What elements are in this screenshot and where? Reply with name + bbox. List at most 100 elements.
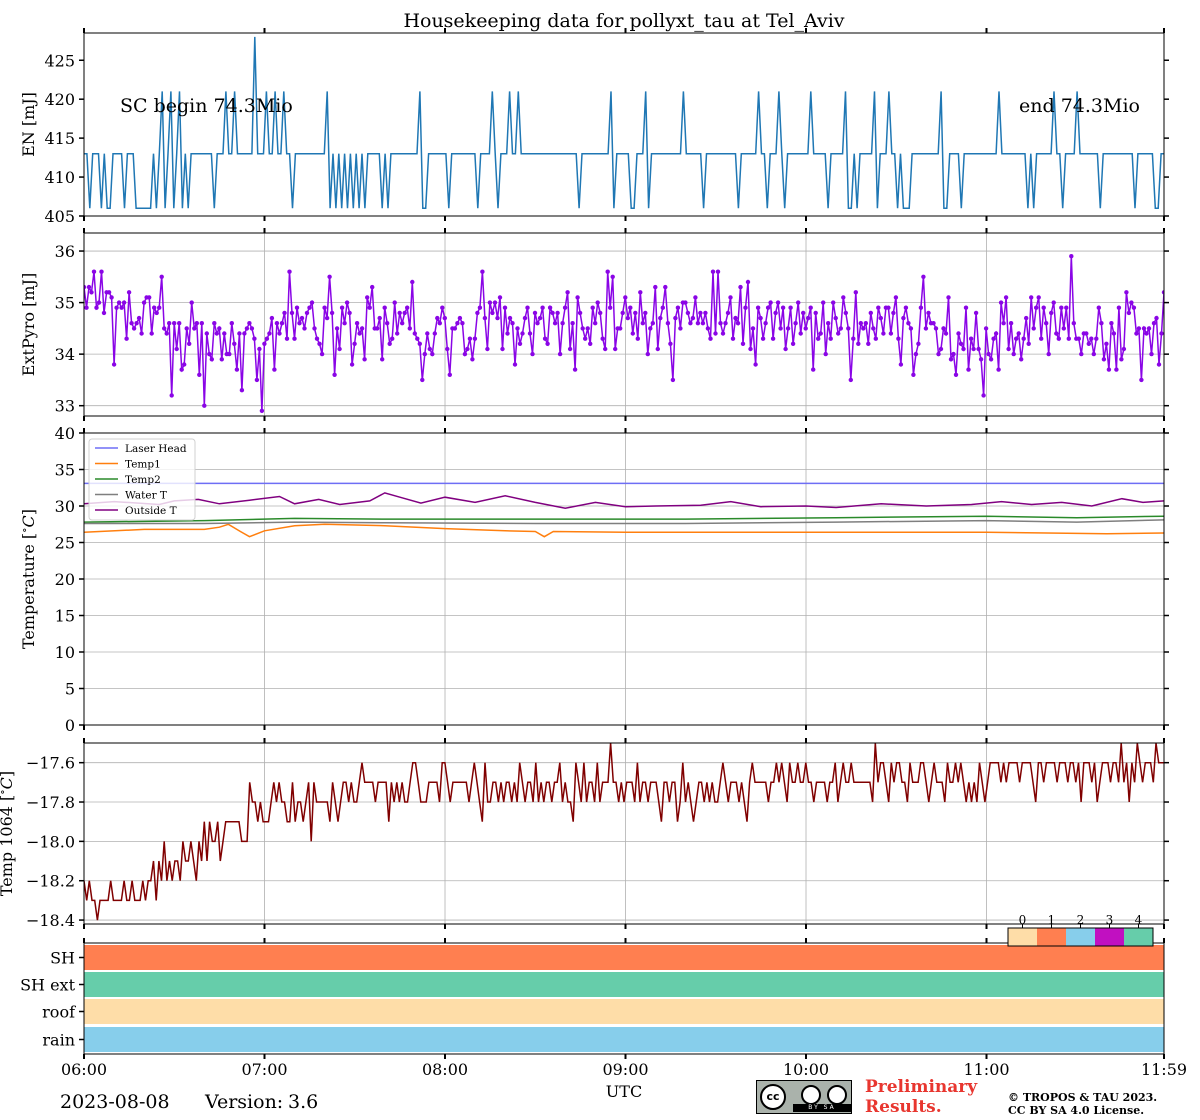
data-point — [487, 300, 493, 305]
data-point — [698, 310, 703, 316]
data-point — [593, 321, 598, 326]
data-point — [1031, 326, 1036, 331]
data-point — [803, 326, 808, 331]
y-tick-label: 425 — [44, 51, 75, 70]
cc-license-badge: cc BY SA — [756, 1080, 852, 1114]
data-point — [507, 315, 513, 321]
data-point — [197, 372, 202, 377]
data-point — [470, 357, 475, 362]
data-point — [941, 326, 946, 331]
data-point — [1029, 295, 1034, 300]
data-point — [417, 341, 422, 346]
data-point — [262, 341, 267, 346]
data-point — [828, 336, 833, 341]
data-point — [342, 321, 347, 326]
data-point — [400, 321, 405, 326]
data-point — [1069, 254, 1074, 259]
data-point — [843, 310, 848, 316]
data-point — [217, 326, 222, 331]
data-point — [189, 300, 194, 305]
data-point — [222, 331, 227, 336]
data-point — [410, 279, 415, 285]
y-axis-label: Temperature [∘C] — [18, 509, 38, 649]
data-point — [565, 290, 570, 295]
data-point — [136, 315, 142, 321]
data-point — [294, 305, 300, 310]
data-point — [312, 326, 317, 331]
data-point — [653, 284, 658, 290]
data-point — [395, 331, 400, 336]
data-point — [943, 331, 949, 336]
data-point — [149, 331, 154, 336]
data-point — [114, 305, 119, 310]
data-point — [550, 310, 555, 316]
data-point — [202, 403, 207, 408]
data-point — [690, 315, 696, 321]
data-point — [1146, 326, 1152, 331]
data-point — [785, 326, 791, 331]
data-point — [620, 310, 625, 316]
data-point — [247, 321, 252, 326]
y-tick-label: 34 — [55, 345, 75, 364]
data-point — [194, 321, 199, 326]
data-point — [520, 331, 525, 336]
data-point — [297, 321, 302, 326]
data-point — [710, 269, 716, 274]
data-point — [790, 341, 796, 346]
data-point — [838, 326, 843, 331]
data-point — [382, 305, 387, 310]
data-point — [610, 274, 615, 279]
data-point — [1006, 346, 1011, 352]
data-point — [703, 310, 708, 316]
data-point — [758, 315, 763, 321]
data-point — [590, 305, 595, 310]
data-point — [705, 326, 711, 331]
data-point — [693, 295, 698, 300]
data-point — [407, 326, 412, 331]
y-tick-label: −18.2 — [26, 872, 75, 891]
y-tick-label: 36 — [55, 242, 75, 261]
date-label: 2023-08-08 — [60, 1091, 170, 1113]
data-point — [162, 326, 167, 331]
data-point — [836, 331, 841, 336]
plot-area — [84, 743, 1164, 921]
data-point — [1156, 362, 1162, 367]
status-bar-sh — [84, 945, 1164, 970]
colorbar-cell — [1124, 928, 1153, 946]
data-point — [272, 367, 277, 372]
data-point — [425, 331, 430, 336]
data-point — [547, 305, 553, 310]
data-point — [1071, 321, 1077, 326]
y-tick-label: 410 — [44, 168, 75, 187]
data-point — [976, 346, 981, 352]
data-point — [728, 295, 733, 300]
data-point — [212, 321, 217, 326]
data-point — [172, 321, 177, 326]
data-point — [377, 315, 382, 321]
data-point — [996, 367, 1001, 372]
data-point — [740, 341, 746, 346]
data-point — [322, 305, 327, 310]
preliminary-line-2: Results. — [865, 1097, 942, 1117]
data-point — [595, 300, 600, 305]
preliminary-results-note: Preliminary Results. — [865, 1077, 977, 1117]
cc-badge-strip: BY SA — [793, 1104, 851, 1112]
data-point — [628, 305, 633, 310]
data-point — [562, 305, 568, 310]
data-point — [367, 305, 372, 310]
data-point — [956, 331, 961, 336]
data-point — [254, 377, 260, 383]
data-point — [527, 331, 533, 336]
data-point — [244, 326, 250, 331]
data-point — [1144, 331, 1149, 336]
status-bar-rain — [84, 1027, 1164, 1052]
data-point — [683, 300, 688, 305]
colorbar-tick-label: 4 — [1135, 913, 1143, 927]
data-point — [806, 315, 811, 321]
data-point — [1039, 336, 1044, 341]
data-point — [577, 310, 583, 316]
data-point — [1049, 310, 1054, 316]
colorbar-tick-label: 1 — [1048, 913, 1056, 927]
data-point — [572, 367, 578, 372]
data-point — [853, 290, 858, 295]
